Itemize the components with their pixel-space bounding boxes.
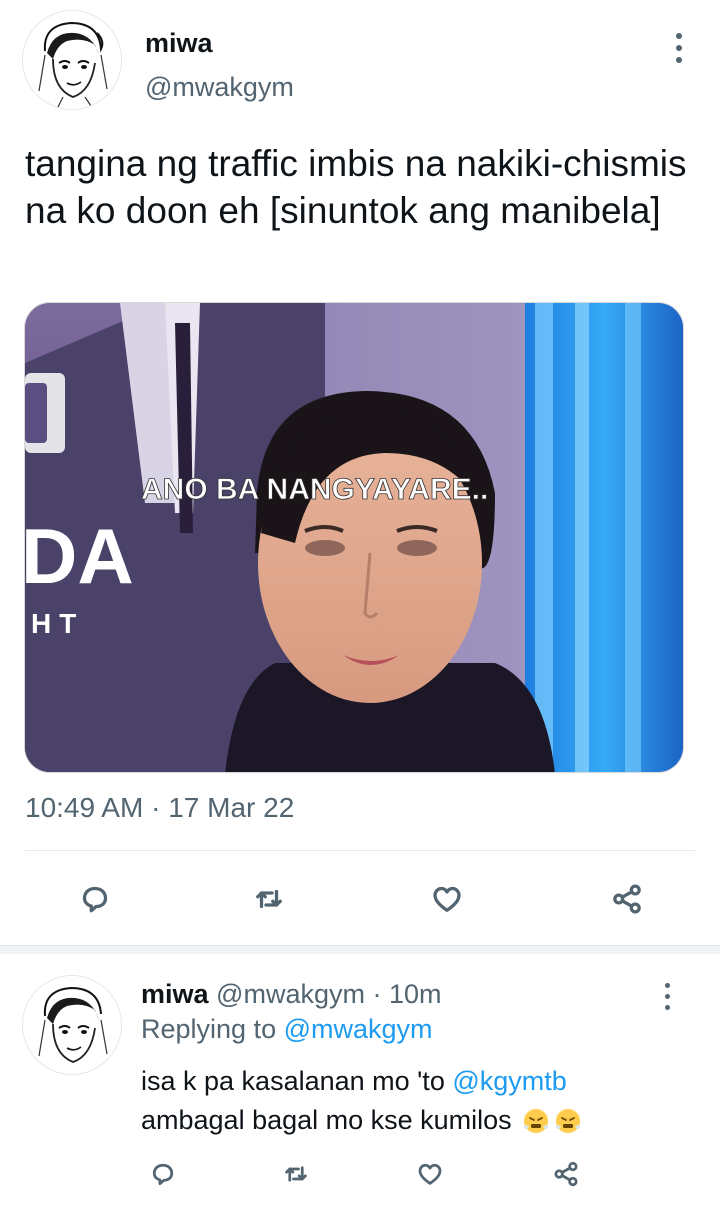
reply-header: miwa @mwakgym · 10m — [141, 979, 442, 1010]
reply-icon[interactable] — [70, 874, 120, 924]
like-icon[interactable] — [410, 1152, 450, 1196]
replying-mention-link[interactable]: @mwakgym — [284, 1014, 433, 1044]
divider — [25, 850, 695, 851]
reply-display-name[interactable]: miwa — [141, 979, 209, 1009]
dot — [664, 1004, 670, 1010]
media-caption: ANO BA NANGYAYARE.. — [141, 473, 488, 506]
bg-letters-small: HT — [31, 608, 84, 639]
share-icon[interactable] — [546, 1152, 586, 1196]
dot — [676, 57, 682, 63]
tweet-time: 10:49 AM — [25, 792, 144, 823]
avatar-drawing — [23, 976, 121, 1074]
reply-age[interactable]: 10m — [389, 979, 442, 1009]
avatar[interactable] — [22, 10, 122, 110]
dot — [676, 45, 682, 51]
like-icon[interactable] — [422, 874, 472, 924]
more-options-icon[interactable] — [664, 28, 694, 68]
share-icon[interactable] — [602, 874, 652, 924]
tweet-timestamp[interactable]: 10:49 AM · 17 Mar 22 — [25, 792, 294, 824]
reply-icon[interactable] — [143, 1152, 183, 1196]
media-picture: DA HT ANO BA NANGYAYARE.. — [25, 303, 683, 772]
tweet-media-image[interactable]: DA HT ANO BA NANGYAYARE.. — [24, 302, 684, 773]
replying-label: Replying to — [141, 1014, 277, 1044]
replying-to: Replying to @mwakgym — [141, 1014, 433, 1045]
display-name[interactable]: miwa — [145, 28, 213, 59]
reply-text: isa k pa kasalanan mo 'to @kgymtb ambaga… — [141, 1062, 691, 1140]
avatar-drawing — [23, 11, 121, 109]
retweet-icon[interactable] — [244, 874, 294, 924]
tweet-text: tangina ng traffic imbis na nakiki-chism… — [25, 143, 687, 231]
dot — [664, 993, 670, 999]
dot — [664, 982, 670, 988]
face-with-steam-icon — [521, 1105, 551, 1135]
reply-text-suffix: ambagal bagal mo kse kumilos — [141, 1105, 512, 1135]
tweet-date: 17 Mar 22 — [168, 792, 295, 823]
dot — [676, 33, 682, 39]
user-handle[interactable]: @mwakgym — [145, 72, 294, 103]
separator: · — [151, 792, 161, 823]
face-with-steam-icon — [553, 1105, 583, 1135]
section-divider — [0, 945, 720, 954]
bg-letters: DA — [25, 512, 134, 600]
more-options-icon[interactable] — [652, 976, 682, 1016]
reply-handle[interactable]: @mwakgym — [216, 979, 365, 1009]
separator: · — [372, 979, 382, 1009]
reply-avatar[interactable] — [22, 975, 122, 1075]
mention-link[interactable]: @kgymtb — [452, 1066, 566, 1096]
retweet-icon[interactable] — [276, 1152, 316, 1196]
reply-text-prefix: isa k pa kasalanan mo 'to — [141, 1066, 445, 1096]
